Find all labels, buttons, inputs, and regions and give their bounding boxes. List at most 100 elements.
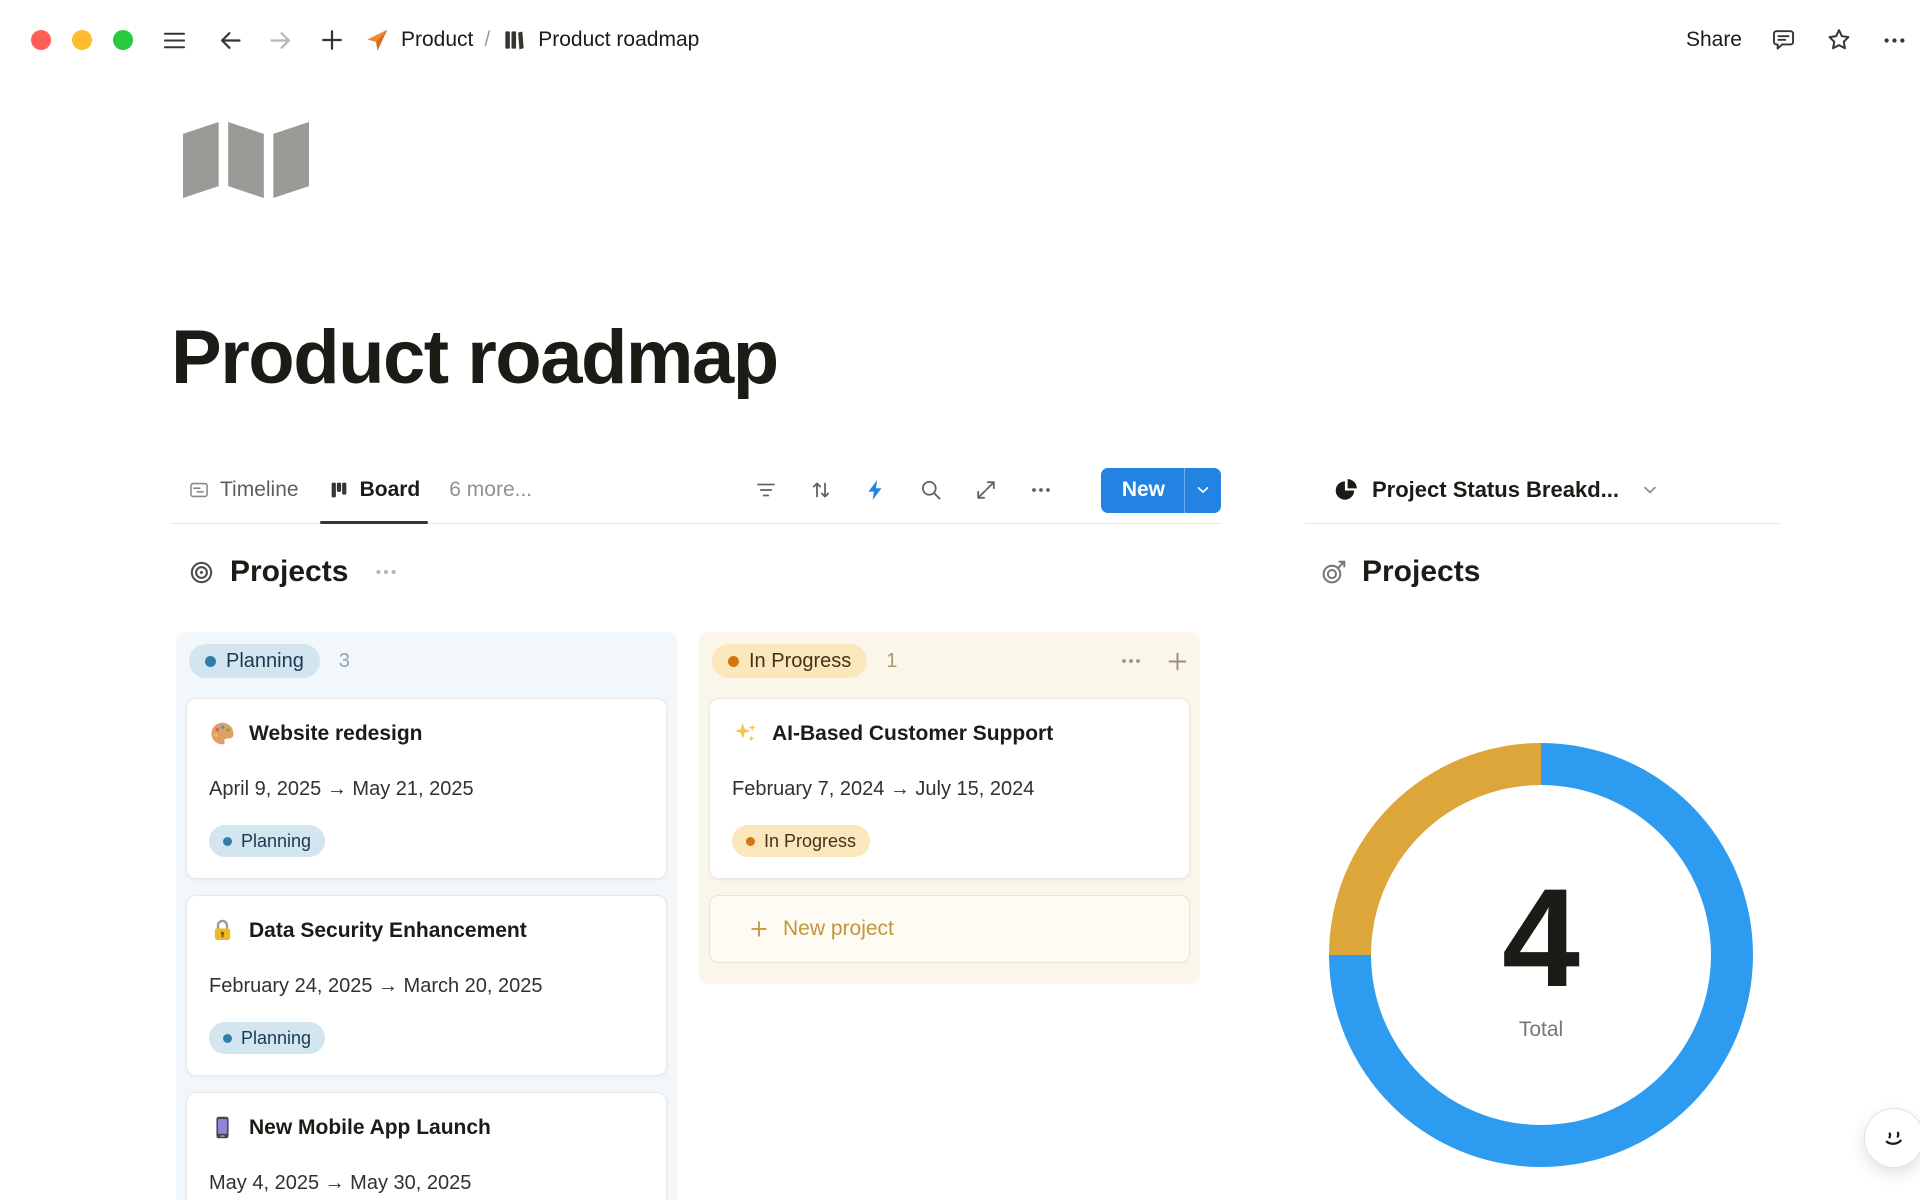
status-badge-planning: Planning: [209, 825, 325, 857]
window-topbar: Product / Product roadmap Share: [0, 0, 1920, 80]
arrow-right-icon: [267, 27, 294, 54]
comments-button[interactable]: [1770, 27, 1797, 54]
ellipsis-icon: [1029, 478, 1053, 502]
card-dates: February 24, 2025 → March 20, 2025: [209, 975, 644, 998]
minimize-window-button[interactable]: [72, 30, 92, 50]
breadcrumb-product-link[interactable]: Product: [401, 28, 473, 52]
tab-timeline[interactable]: Timeline: [188, 457, 299, 523]
sort-button[interactable]: [809, 478, 833, 502]
plus-icon: [748, 918, 770, 940]
status-dot: [223, 837, 232, 846]
status-chart-selector[interactable]: Project Status Breakd...: [1305, 457, 1780, 524]
comment-icon: [1770, 27, 1797, 54]
status-donut: 4 Total: [1329, 743, 1753, 1167]
hamburger-icon: [161, 27, 188, 54]
card-dates: April 9, 2025 → May 21, 2025: [209, 778, 644, 801]
product-logo-icon: [364, 27, 390, 53]
board-section-heading: Projects: [188, 550, 399, 594]
forward-button[interactable]: [267, 27, 294, 54]
share-button[interactable]: Share: [1686, 28, 1742, 52]
project-card-ai-support[interactable]: AI-Based Customer Support February 7, 20…: [709, 698, 1190, 879]
status-dot: [205, 656, 216, 667]
column-count: 3: [339, 650, 350, 673]
ellipsis-icon: [373, 559, 399, 585]
more-options-button[interactable]: [1881, 27, 1908, 54]
status-badge-label: Planning: [241, 831, 311, 852]
ellipsis-icon: [1119, 649, 1143, 673]
breadcrumb-current-link[interactable]: Product roadmap: [538, 28, 699, 52]
board-column-planning: Planning 3 Website redesign April 9, 202…: [176, 632, 677, 1200]
star-icon: [1825, 26, 1853, 54]
filter-button[interactable]: [754, 478, 778, 502]
status-dot: [223, 1034, 232, 1043]
tab-more-views[interactable]: 6 more...: [449, 457, 532, 523]
back-button[interactable]: [217, 27, 244, 54]
new-tab-button[interactable]: [318, 26, 346, 54]
card-title: Data Security Enhancement: [249, 919, 527, 943]
status-selector-label: Project Status Breakd...: [1372, 477, 1619, 503]
status-dot: [728, 656, 739, 667]
tab-board-label: Board: [360, 478, 421, 502]
zoom-window-button[interactable]: [113, 30, 133, 50]
board-column-in-progress: In Progress 1: [699, 632, 1200, 984]
lightning-bolt-icon: [864, 478, 888, 502]
arrow-left-icon: [217, 27, 244, 54]
palette-icon: [209, 720, 236, 747]
group-badge-label: Planning: [226, 650, 304, 673]
chevron-down-icon[interactable]: [1185, 481, 1221, 499]
new-button-label: New: [1101, 478, 1184, 502]
donut-total-label: Total: [1519, 1018, 1563, 1042]
chevron-down-icon: [1640, 480, 1660, 500]
sidebar-toggle-button[interactable]: [161, 27, 188, 54]
card-dates: February 7, 2024 → July 15, 2024: [732, 778, 1167, 801]
sort-arrows-icon: [809, 478, 833, 502]
column-header-in-progress: In Progress 1: [709, 644, 1190, 678]
status-dot: [746, 837, 755, 846]
breadcrumb-separator: /: [484, 28, 490, 52]
plus-icon: [1165, 649, 1190, 674]
board-icon: [328, 479, 350, 501]
new-project-button[interactable]: New project: [709, 895, 1190, 963]
lock-icon: [209, 917, 236, 944]
card-title: New Mobile App Launch: [249, 1116, 491, 1140]
pie-chart-icon: [1333, 477, 1359, 503]
views-bar: Timeline Board 6 more...: [171, 457, 1221, 524]
tab-timeline-label: Timeline: [220, 478, 299, 502]
timeline-icon: [188, 479, 210, 501]
tab-more-label: 6 more...: [449, 478, 532, 502]
ellipsis-icon: [1881, 27, 1908, 54]
status-badge-label: In Progress: [764, 831, 856, 852]
search-button[interactable]: [919, 478, 943, 502]
expand-view-button[interactable]: [974, 478, 998, 502]
column-options-button[interactable]: [1119, 649, 1143, 673]
group-badge-in-progress[interactable]: In Progress: [712, 644, 867, 678]
project-card-data-security[interactable]: Data Security Enhancement February 24, 2…: [186, 895, 667, 1076]
view-options-button[interactable]: [1029, 478, 1053, 502]
close-window-button[interactable]: [31, 30, 51, 50]
tab-board[interactable]: Board: [328, 457, 421, 523]
target-icon: [188, 559, 215, 586]
app-window: Product / Product roadmap Share: [0, 0, 1920, 1200]
filter-icon: [754, 478, 778, 502]
books-icon: [501, 27, 527, 53]
notion-ai-face-icon: [1879, 1123, 1909, 1153]
favorite-button[interactable]: [1825, 26, 1853, 54]
notion-ai-button[interactable]: [1864, 1108, 1920, 1168]
project-card-mobile-app[interactable]: New Mobile App Launch May 4, 2025 → May …: [186, 1092, 667, 1200]
add-card-button[interactable]: [1165, 649, 1190, 674]
chart-section-title: Projects: [1362, 555, 1480, 589]
section-options-button[interactable]: [373, 559, 399, 585]
status-badge-label: Planning: [241, 1028, 311, 1049]
search-icon: [919, 478, 943, 502]
sparkles-icon: [732, 720, 759, 747]
card-dates: May 4, 2025 → May 30, 2025: [209, 1172, 644, 1195]
board-section-title: Projects: [230, 555, 348, 589]
group-badge-planning[interactable]: Planning: [189, 644, 320, 678]
column-count: 1: [886, 650, 897, 673]
automations-button[interactable]: [864, 478, 888, 502]
breadcrumb: Product / Product roadmap: [364, 27, 699, 53]
page-icon-map[interactable]: [183, 118, 309, 202]
view-toolbar: New: [754, 468, 1221, 513]
project-card-website-redesign[interactable]: Website redesign April 9, 2025 → May 21,…: [186, 698, 667, 879]
new-button[interactable]: New: [1101, 468, 1221, 513]
